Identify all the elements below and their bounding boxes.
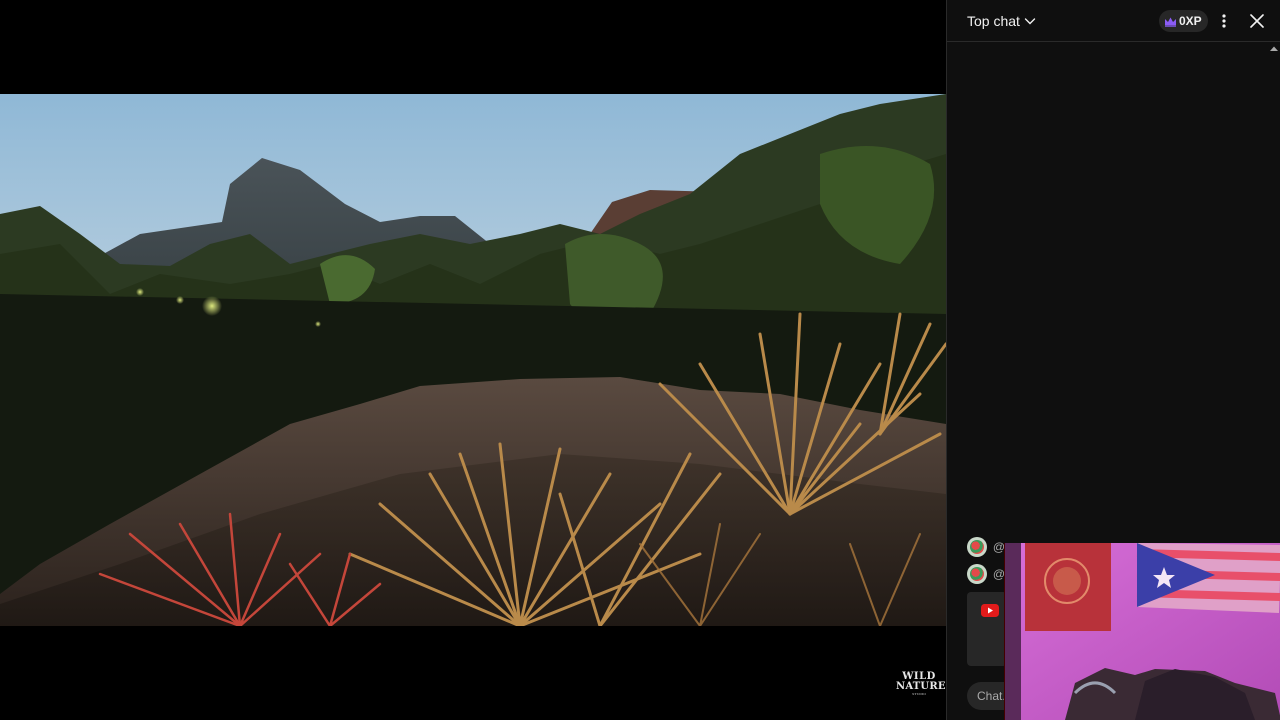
more-options-button[interactable]: [1215, 11, 1233, 31]
chat-message: @: [967, 564, 1005, 584]
avatar[interactable]: [967, 564, 987, 584]
youtube-icon: [981, 604, 999, 617]
xp-badge[interactable]: 0XP: [1159, 10, 1208, 32]
xp-label: 0XP: [1179, 14, 1202, 28]
screen: WILD NATURE STUDIO Top chat 0XP @ @ Chat…: [0, 0, 1280, 720]
chat-message: @: [967, 537, 1005, 557]
video-player[interactable]: WILD NATURE STUDIO: [0, 0, 946, 720]
channel-watermark: WILD NATURE STUDIO: [896, 672, 946, 696]
avatar[interactable]: [967, 537, 987, 557]
watermark-line-3: STUDIO: [912, 692, 926, 696]
chat-promo-card[interactable]: [967, 592, 1007, 666]
close-chat-button[interactable]: [1247, 11, 1267, 31]
close-icon: [1250, 14, 1264, 28]
chat-header: Top chat 0XP: [947, 0, 1280, 42]
landscape-scene: [0, 94, 946, 626]
video-frame[interactable]: [0, 94, 946, 626]
crown-icon: [1165, 17, 1176, 27]
more-vert-icon: [1222, 14, 1226, 28]
chat-mode-dropdown[interactable]: Top chat: [967, 11, 1036, 31]
chat-mode-label: Top chat: [967, 13, 1020, 29]
watermark-line-2: NATURE: [896, 681, 946, 692]
webcam-overlay: [1004, 543, 1280, 720]
chevron-down-icon: [1024, 18, 1036, 25]
webcam-feed: [1005, 543, 1280, 720]
